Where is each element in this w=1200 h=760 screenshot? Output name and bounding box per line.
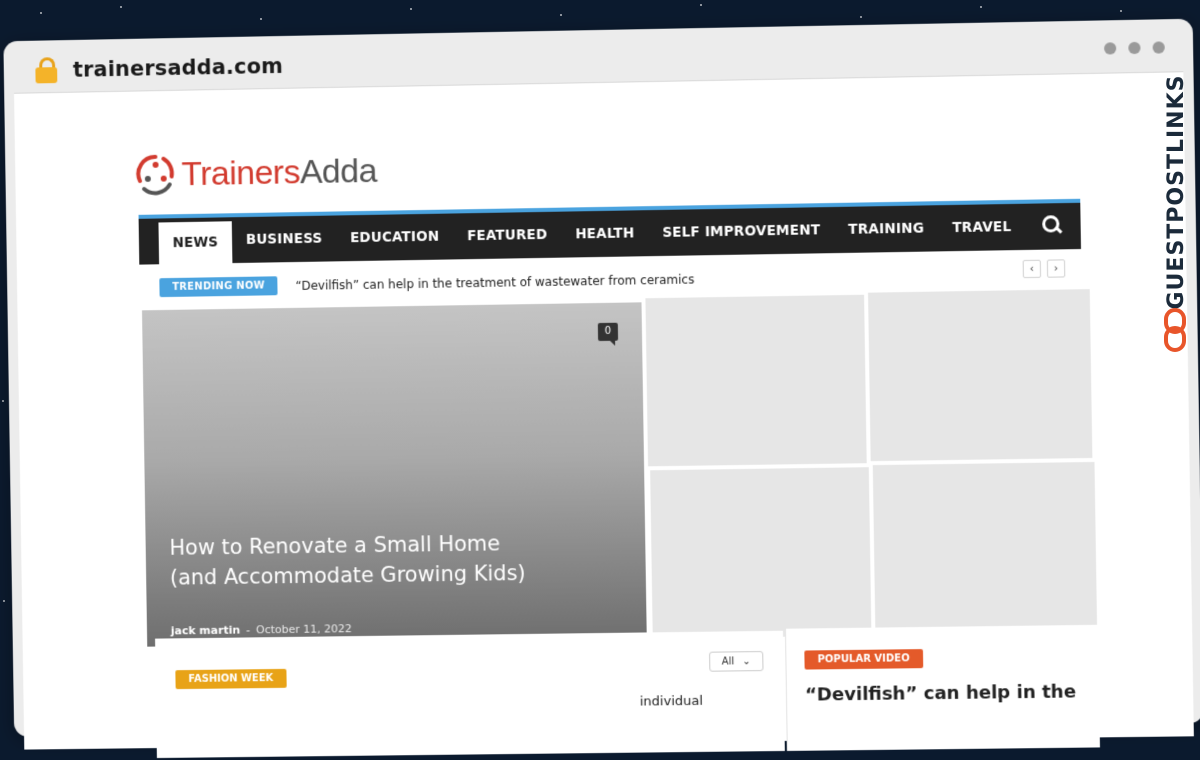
- fashion-week-badge[interactable]: FASHION WEEK: [175, 668, 287, 690]
- window-dot-icon[interactable]: [1152, 41, 1165, 54]
- lock-icon: [35, 57, 58, 84]
- nav-item-training[interactable]: TRAINING: [834, 205, 939, 253]
- browser-frame: trainersadda.com TrainersAdda NEWS BUSIN…: [3, 18, 1200, 759]
- logo-text-part2: Adda: [299, 151, 378, 191]
- comment-count-badge[interactable]: 0: [597, 322, 619, 342]
- featured-tile[interactable]: [868, 289, 1093, 462]
- popular-video-badge[interactable]: POPULAR VIDEO: [804, 649, 923, 670]
- page-viewport: TrainersAdda NEWS BUSINESS EDUCATION FEA…: [14, 71, 1194, 759]
- meta-separator: -: [246, 623, 251, 637]
- trending-nav: ‹ ›: [1022, 259, 1066, 279]
- window-controls: [1104, 41, 1165, 55]
- featured-post-meta: jack martin - October 11, 2022: [171, 622, 352, 637]
- logo-mark-icon: [134, 150, 178, 199]
- nav-item-featured[interactable]: FEATURED: [453, 212, 562, 260]
- guestpostlinks-watermark: GUESTPOSTLINKS: [1152, 60, 1200, 360]
- filter-select-value: All: [721, 655, 735, 668]
- featured-tile[interactable]: [650, 467, 872, 639]
- chevron-down-icon: ⌄: [742, 655, 751, 667]
- trending-headline[interactable]: “Devilfish” can help in the treatment of…: [296, 272, 695, 292]
- main-nav: NEWS BUSINESS EDUCATION FEATURED HEALTH …: [138, 198, 1082, 265]
- nav-item-news[interactable]: NEWS: [158, 221, 233, 265]
- post-author[interactable]: jack martin: [171, 624, 241, 638]
- featured-tile[interactable]: [645, 294, 867, 467]
- search-icon[interactable]: [1042, 215, 1063, 235]
- video-post-title[interactable]: “Devilfish” can help in the: [805, 681, 1076, 705]
- post-snippet[interactable]: individual: [640, 694, 703, 710]
- post-date: October 11, 2022: [255, 622, 352, 637]
- chain-link-icon: [1164, 308, 1186, 352]
- window-dot-icon[interactable]: [1104, 42, 1117, 55]
- watermark-text: GUESTPOSTLINKS: [1164, 74, 1189, 310]
- browser-window: trainersadda.com TrainersAdda NEWS BUSIN…: [0, 0, 1200, 759]
- popular-video-block: POPULAR VIDEO “Devilfish” can help in th…: [784, 624, 1100, 751]
- url-text[interactable]: trainersadda.com: [73, 54, 284, 82]
- logo-wordmark: TrainersAdda: [181, 151, 377, 193]
- trending-prev-button[interactable]: ‹: [1022, 259, 1042, 279]
- trending-next-button[interactable]: ›: [1046, 259, 1066, 278]
- featured-post-title[interactable]: How to Renovate a Small Home (and Accomm…: [169, 528, 528, 593]
- category-block-left: FASHION WEEK All ⌄ individual: [155, 630, 785, 759]
- nav-item-health[interactable]: HEALTH: [561, 210, 649, 257]
- featured-tile[interactable]: [872, 461, 1098, 634]
- trending-badge: TRENDING NOW: [159, 276, 278, 298]
- nav-item-self-improvement[interactable]: SELF IMPROVEMENT: [648, 207, 835, 256]
- nav-item-travel[interactable]: TRAVEL: [938, 204, 1026, 252]
- window-dot-icon[interactable]: [1128, 41, 1141, 55]
- site-logo[interactable]: TrainersAdda: [134, 147, 378, 199]
- nav-item-business[interactable]: BUSINESS: [232, 215, 337, 263]
- featured-main-post[interactable]: 0 How to Renovate a Small Home (and Acco…: [141, 302, 647, 647]
- logo-text-part1: Trainers: [181, 152, 301, 193]
- nav-item-education[interactable]: EDUCATION: [336, 213, 454, 261]
- filter-select[interactable]: All ⌄: [709, 651, 764, 672]
